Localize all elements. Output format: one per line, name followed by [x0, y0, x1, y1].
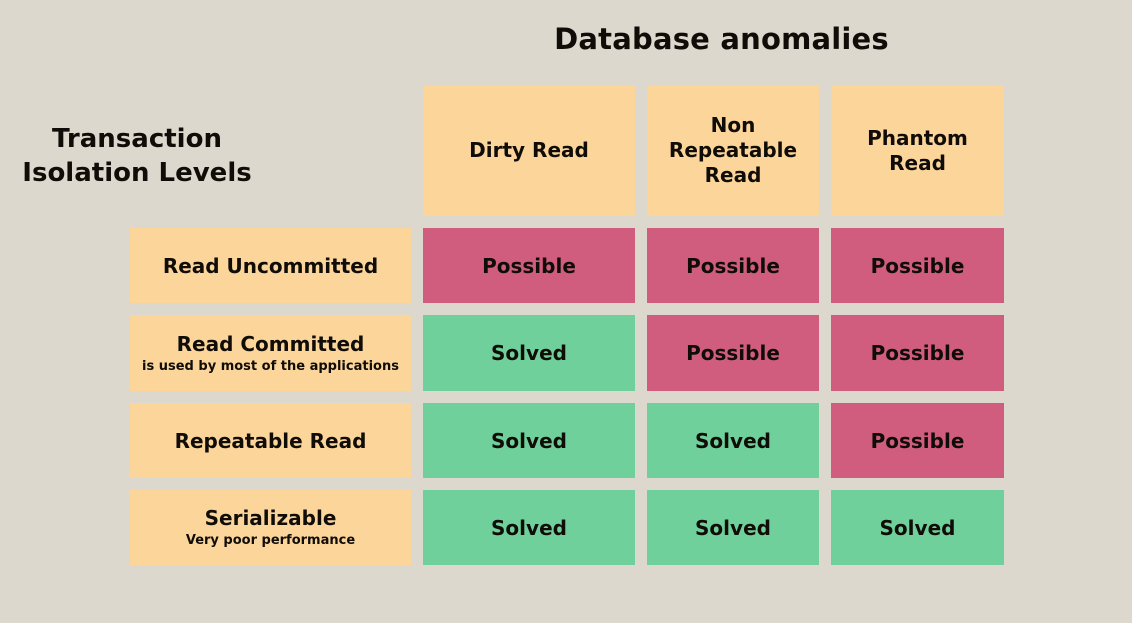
column-header-phantom-read: Phantom Read: [831, 85, 1004, 216]
cell-read-committed-dirty-read-label: Solved: [491, 341, 567, 365]
cell-repeatable-read-non-repeatable-read-label: Solved: [695, 428, 771, 453]
column-header-non-repeatable-read: Non Repeatable Read: [647, 85, 819, 216]
cell-serializable-phantom-read-label: Solved: [879, 515, 956, 540]
column-header-dirty-read: Dirty Read: [423, 85, 635, 216]
row-header-read-committed-title: Read Committed: [176, 331, 365, 356]
column-header-phantom-read-line-2: Read: [889, 150, 946, 175]
cell-read-committed-dirty-read: Solved: [423, 315, 635, 391]
row-header-read-uncommitted-title: Read Uncommitted: [162, 253, 379, 278]
cell-serializable-phantom-read: Solved: [831, 490, 1004, 565]
grid-corner-spacer: [130, 85, 411, 216]
row-header-serializable: Serializable Very poor performance: [130, 490, 411, 565]
cell-serializable-dirty-read-label: Solved: [491, 515, 567, 540]
cell-read-uncommitted-phantom-read-label: Possible: [870, 253, 965, 278]
column-header-non-repeatable-read-line-1: Non: [710, 113, 756, 138]
row-header-repeatable-read-title: Repeatable Read: [174, 428, 367, 453]
cell-repeatable-read-non-repeatable-read: Solved: [647, 403, 819, 478]
isolation-level-matrix-figure: Database anomalies Transaction Isolation…: [0, 0, 1132, 623]
row-header-read-committed-subtitle: is used by most of the applications: [142, 358, 399, 374]
row-header-read-committed: Read Committed is used by most of the ap…: [130, 315, 411, 391]
figure-title: Database anomalies: [554, 22, 889, 56]
column-header-dirty-read-line-1: Dirty Read: [469, 138, 589, 163]
cell-read-committed-non-repeatable-read-label: Possible: [686, 341, 780, 365]
row-header-read-uncommitted: Read Uncommitted: [130, 228, 411, 303]
cell-repeatable-read-dirty-read: Solved: [423, 403, 635, 478]
row-header-serializable-title: Serializable: [204, 506, 337, 531]
cell-read-uncommitted-non-repeatable-read: Possible: [647, 228, 819, 303]
cell-read-committed-phantom-read-label: Possible: [870, 341, 965, 365]
row-header-repeatable-read: Repeatable Read: [130, 403, 411, 478]
cell-serializable-dirty-read: Solved: [423, 490, 635, 565]
cell-read-committed-phantom-read: Possible: [831, 315, 1004, 391]
cell-read-uncommitted-dirty-read-label: Possible: [482, 253, 576, 278]
column-header-non-repeatable-read-line-2: Repeatable: [668, 138, 798, 163]
cell-read-uncommitted-phantom-read: Possible: [831, 228, 1004, 303]
cell-read-uncommitted-dirty-read: Possible: [423, 228, 635, 303]
cell-read-uncommitted-non-repeatable-read-label: Possible: [686, 253, 780, 278]
cell-serializable-non-repeatable-read: Solved: [647, 490, 819, 565]
column-header-phantom-read-line-1: Phantom: [867, 125, 968, 150]
cell-repeatable-read-phantom-read-label: Possible: [870, 428, 965, 453]
cell-repeatable-read-dirty-read-label: Solved: [491, 428, 567, 453]
matrix-grid: Dirty Read Non Repeatable Read Phantom R…: [130, 85, 1020, 567]
row-header-serializable-subtitle: Very poor performance: [185, 533, 356, 549]
cell-read-committed-non-repeatable-read: Possible: [647, 315, 819, 391]
column-header-non-repeatable-read-line-3: Read: [704, 162, 762, 187]
cell-repeatable-read-phantom-read: Possible: [831, 403, 1004, 478]
cell-serializable-non-repeatable-read-label: Solved: [695, 515, 771, 540]
